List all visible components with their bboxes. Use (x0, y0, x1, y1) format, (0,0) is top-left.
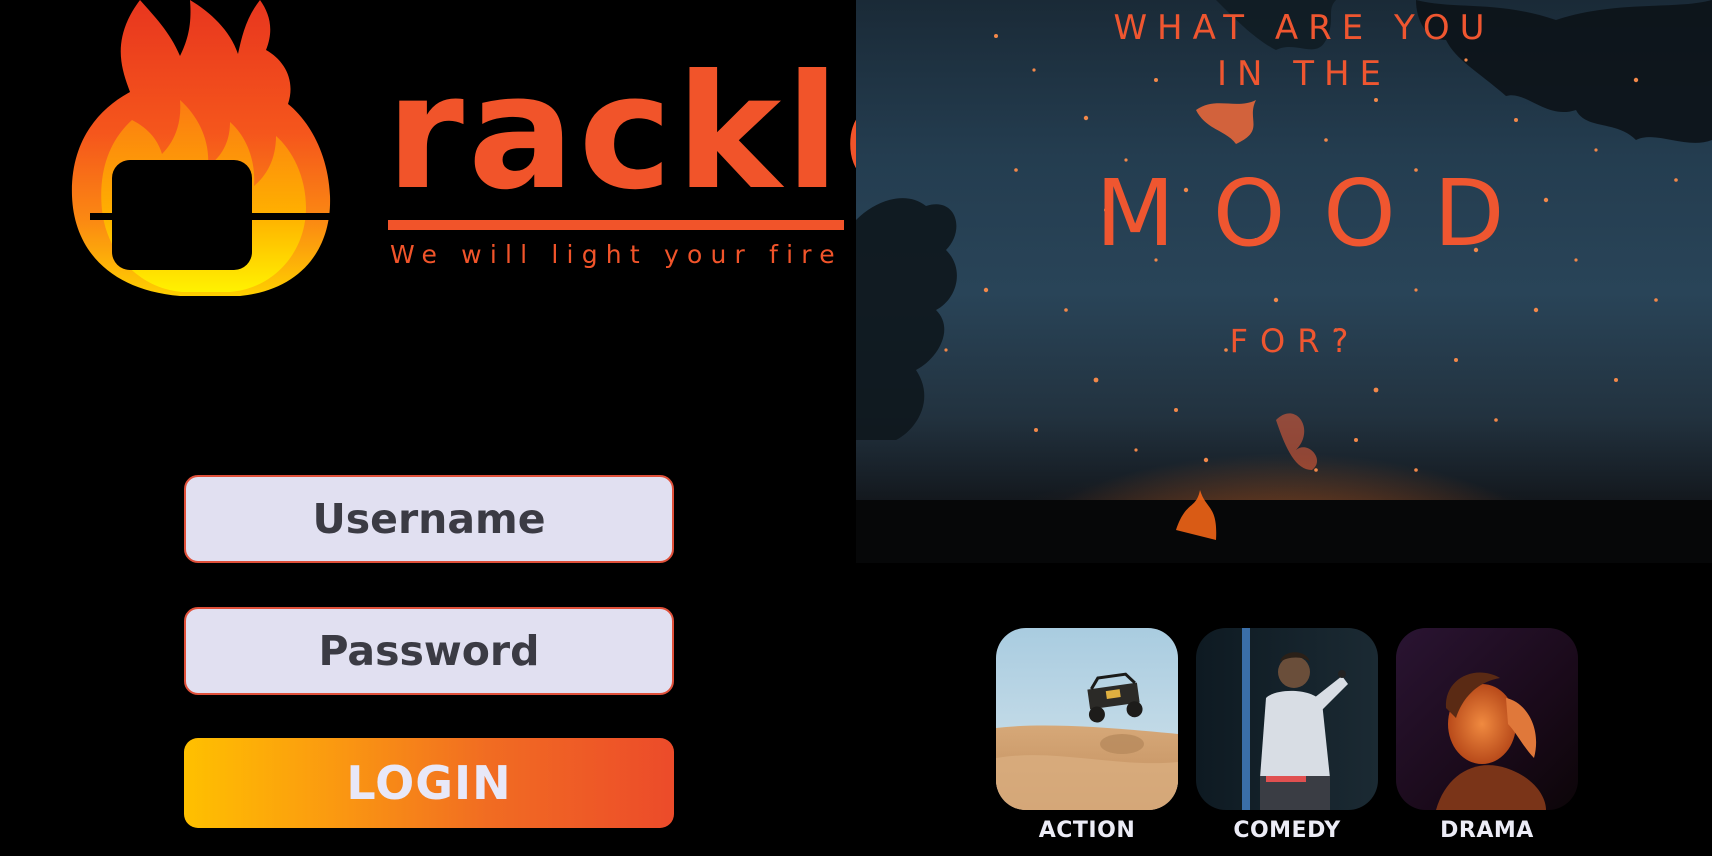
brand-tagline: We will light your fire (390, 240, 843, 269)
genre-drama-label: DRAMA (1440, 818, 1534, 843)
hero-headline-line4: FOR? (1229, 322, 1361, 360)
drama-thumbnail-image (1396, 628, 1578, 810)
comedy-thumbnail-image (1196, 628, 1378, 810)
genre-action-tile[interactable]: ACTION (996, 628, 1178, 843)
hero-headline-line1: WHAT ARE YOU (1113, 8, 1495, 48)
login-page: rackle We will light your fire LOGIN (0, 0, 1712, 856)
login-button[interactable]: LOGIN (184, 738, 674, 828)
brand-underline (388, 220, 844, 230)
brand-logo: rackle We will light your fire (70, 0, 951, 300)
hero-headline-mood: MOOD (1095, 160, 1543, 267)
flame-marshmallow-icon (71, 0, 380, 296)
genre-comedy-tile[interactable]: COMEDY (1196, 628, 1378, 843)
action-thumbnail-image (996, 628, 1178, 810)
password-input[interactable] (186, 608, 672, 694)
hero-headline-line2: IN THE (1216, 54, 1392, 94)
username-field[interactable] (184, 475, 674, 563)
username-input[interactable] (186, 476, 672, 562)
genre-comedy-label: COMEDY (1233, 818, 1341, 843)
password-field[interactable] (184, 607, 674, 695)
genre-action-label: ACTION (1038, 818, 1136, 843)
genre-drama-tile[interactable]: DRAMA (1396, 628, 1578, 843)
mood-hero-image: WHAT ARE YOU IN THE MOOD FOR? (856, 0, 1712, 563)
